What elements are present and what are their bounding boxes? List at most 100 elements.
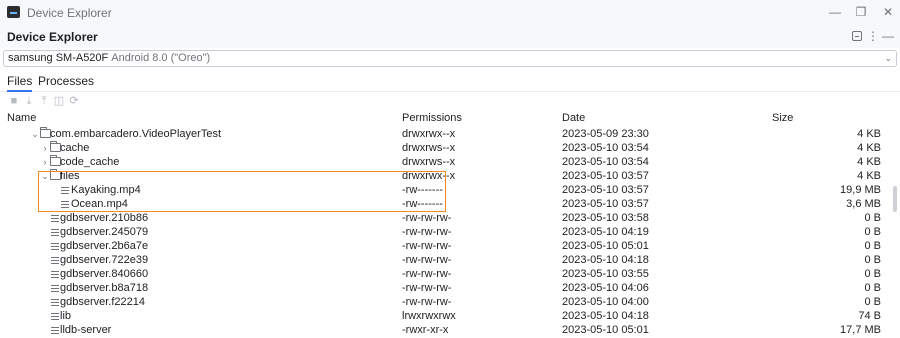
row-name: gdbserver.b8a718 — [60, 282, 149, 294]
row-permissions: drwxrws--x — [402, 156, 456, 168]
row-date: 2023-05-10 03:57 — [562, 198, 649, 210]
row-permissions: -rw-rw-rw- — [402, 268, 452, 280]
row-date: 2023-05-10 04:00 — [562, 296, 649, 308]
terminal-icon[interactable] — [852, 31, 862, 41]
device-name: samsung SM-A520F — [8, 52, 109, 64]
file-icon — [50, 283, 60, 293]
device-os: Android 8.0 ("Oreo") — [111, 52, 211, 64]
table-row[interactable]: gdbserver.722e39 -rw-rw-rw- 2023-05-10 0… — [0, 253, 900, 267]
chevron-right-icon[interactable]: › — [40, 157, 50, 167]
device-selector[interactable]: samsung SM-A520F Android 8.0 ("Oreo") ⌄ — [3, 50, 897, 67]
row-date: 2023-05-10 05:01 — [562, 240, 649, 252]
download-icon[interactable]: ⤓ — [23, 95, 35, 107]
row-date: 2023-05-10 03:57 — [562, 184, 649, 196]
file-icon — [60, 199, 70, 209]
minimize-button[interactable]: — — [827, 4, 843, 20]
column-date[interactable]: Date — [562, 112, 585, 124]
table-row[interactable]: ⌄ com.embarcadero.VideoPlayerTest drwxrw… — [0, 127, 900, 141]
table-row[interactable]: gdbserver.f22214 -rw-rw-rw- 2023-05-10 0… — [0, 295, 900, 309]
row-permissions: -rw-rw-rw- — [402, 282, 452, 294]
table-row[interactable]: ⌄ files drwxrwx--x 2023-05-10 03:57 4 KB — [0, 169, 900, 183]
row-permissions: -rw------- — [402, 198, 443, 210]
row-permissions: -rw-rw-rw- — [402, 212, 452, 224]
more-options-icon[interactable]: ⋮ — [866, 29, 880, 43]
tab-processes[interactable]: Processes — [38, 74, 94, 92]
row-size: 4 KB — [857, 156, 881, 168]
hide-icon[interactable]: — — [881, 29, 895, 43]
table-row[interactable]: gdbserver.245079 -rw-rw-rw- 2023-05-10 0… — [0, 225, 900, 239]
close-button[interactable]: ✕ — [880, 4, 896, 20]
file-icon — [50, 297, 60, 307]
table-row[interactable]: lldb-server -rwxr-xr-x 2023-05-10 05:01 … — [0, 323, 900, 337]
row-size: 74 B — [858, 310, 881, 322]
table-row[interactable]: gdbserver.210b86 -rw-rw-rw- 2023-05-10 0… — [0, 211, 900, 225]
row-name: gdbserver.2b6a7e — [60, 240, 149, 252]
row-size: 4 KB — [857, 142, 881, 154]
row-date: 2023-05-10 03:57 — [562, 170, 649, 182]
table-row[interactable]: gdbserver.2b6a7e -rw-rw-rw- 2023-05-10 0… — [0, 239, 900, 253]
row-date: 2023-05-09 23:30 — [562, 128, 649, 140]
row-name: code_cache — [60, 156, 120, 168]
restore-button[interactable]: ❐ — [853, 4, 869, 20]
table-row[interactable]: › cache drwxrws--x 2023-05-10 03:54 4 KB — [0, 141, 900, 155]
file-icon — [60, 185, 70, 195]
column-header: Name Permissions Date Size — [0, 111, 900, 125]
new-folder-icon[interactable]: ■ — [8, 95, 20, 107]
row-date: 2023-05-10 05:01 — [562, 324, 649, 336]
table-row[interactable]: gdbserver.b8a718 -rw-rw-rw- 2023-05-10 0… — [0, 281, 900, 295]
file-icon — [50, 311, 60, 321]
row-permissions: drwxrwx--x — [402, 170, 456, 182]
row-name: Kayaking.mp4 — [71, 184, 141, 196]
refresh-icon[interactable]: ⟳ — [68, 95, 80, 107]
tab-bar: Files Processes — [0, 70, 900, 92]
tab-files[interactable]: Files — [7, 74, 33, 92]
row-permissions: -rw-rw-rw- — [402, 240, 452, 252]
column-name[interactable]: Name — [7, 112, 36, 124]
table-row[interactable]: lib lrwxrwxrwx 2023-05-10 04:18 74 B — [0, 309, 900, 323]
row-size: 4 KB — [857, 170, 881, 182]
delete-icon[interactable]: ◫ — [53, 95, 65, 107]
row-size: 0 B — [864, 268, 881, 280]
row-size: 3,6 MB — [846, 198, 881, 210]
row-date: 2023-05-10 04:19 — [562, 226, 649, 238]
row-permissions: drwxrwx--x — [402, 128, 456, 140]
row-date: 2023-05-10 03:55 — [562, 268, 649, 280]
file-icon — [50, 241, 60, 251]
row-size: 17,7 MB — [840, 324, 881, 336]
tool-window-title: Device Explorer — [7, 30, 98, 44]
row-date: 2023-05-10 04:06 — [562, 282, 649, 294]
row-permissions: drwxrws--x — [402, 142, 456, 154]
row-name: gdbserver.210b86 — [60, 212, 149, 224]
chevron-down-icon: ⌄ — [884, 53, 892, 63]
tool-window-header: Device Explorer ⋮ — — [0, 24, 900, 48]
column-size[interactable]: Size — [772, 112, 793, 124]
upload-icon[interactable]: ⤒ — [38, 95, 50, 107]
row-name: gdbserver.722e39 — [60, 254, 149, 266]
column-permissions[interactable]: Permissions — [402, 112, 462, 124]
toolbar: ■ ⤓ ⤒ ◫ ⟳ — [0, 93, 900, 109]
file-icon — [50, 325, 60, 335]
chevron-right-icon[interactable]: › — [40, 143, 50, 153]
file-icon — [50, 255, 60, 265]
row-name: com.embarcadero.VideoPlayerTest — [50, 128, 221, 140]
row-name: Ocean.mp4 — [71, 198, 128, 210]
table-row[interactable]: gdbserver.840660 -rw-rw-rw- 2023-05-10 0… — [0, 267, 900, 281]
title-bar: Device Explorer — ❐ ✕ — [0, 0, 900, 24]
row-date: 2023-05-10 03:54 — [562, 142, 649, 154]
row-date: 2023-05-10 04:18 — [562, 310, 649, 322]
table-row[interactable]: › code_cache drwxrws--x 2023-05-10 03:54… — [0, 155, 900, 169]
android-studio-icon — [7, 6, 20, 18]
row-size: 0 B — [864, 254, 881, 266]
row-permissions: -rw-rw-rw- — [402, 296, 452, 308]
row-size: 0 B — [864, 282, 881, 294]
chevron-down-icon[interactable]: ⌄ — [30, 129, 40, 139]
vertical-scrollbar[interactable] — [893, 186, 897, 212]
row-size: 19,9 MB — [840, 184, 881, 196]
row-name: gdbserver.840660 — [60, 268, 149, 280]
chevron-down-icon[interactable]: ⌄ — [40, 171, 50, 181]
row-name: files — [60, 170, 80, 182]
table-row[interactable]: Kayaking.mp4 -rw------- 2023-05-10 03:57… — [0, 183, 900, 197]
table-row[interactable]: Ocean.mp4 -rw------- 2023-05-10 03:57 3,… — [0, 197, 900, 211]
row-permissions: -rwxr-xr-x — [402, 324, 449, 336]
row-permissions: -rw------- — [402, 184, 443, 196]
